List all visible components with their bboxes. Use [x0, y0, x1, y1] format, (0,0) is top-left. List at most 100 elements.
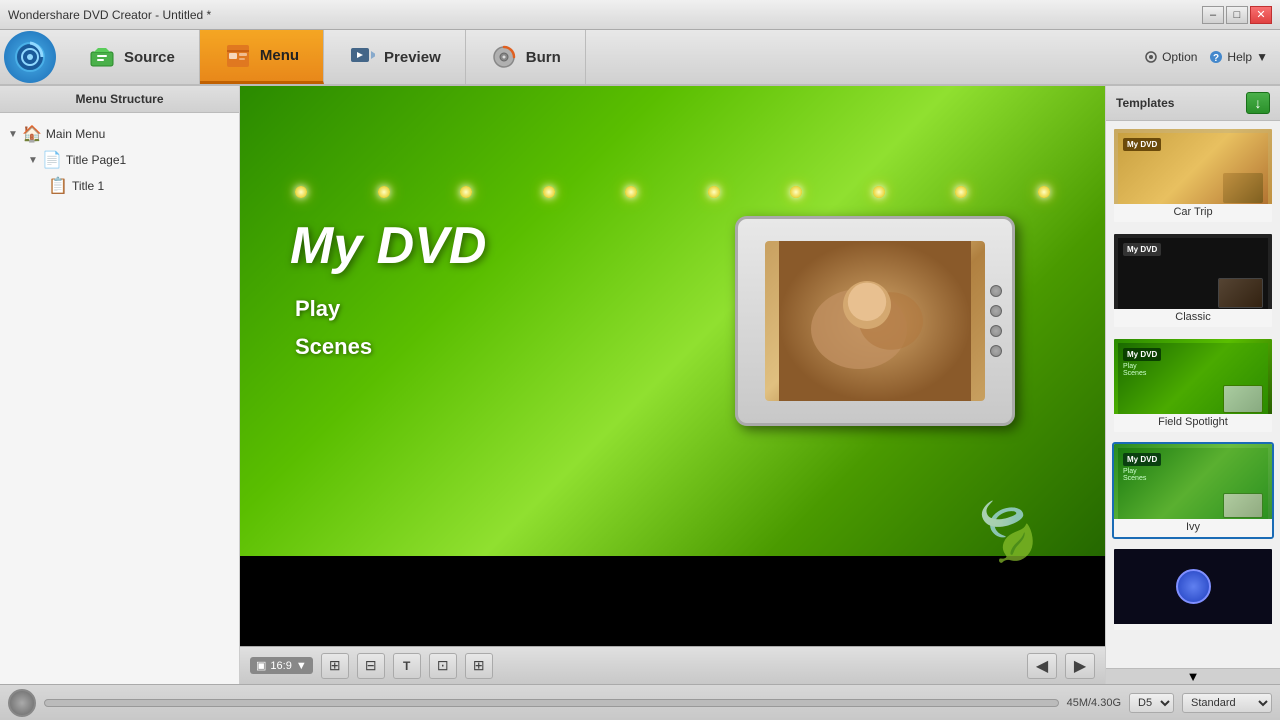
tool-btn-text[interactable]: T: [393, 653, 421, 679]
main-menu-label: Main Menu: [46, 127, 105, 141]
template-label-field: Field Spotlight: [1114, 414, 1272, 432]
template-classic[interactable]: My DVD Classic: [1112, 232, 1274, 329]
template-label-car-trip: Car Trip: [1114, 204, 1272, 222]
help-label: Help: [1227, 50, 1252, 64]
spotlight-6: [708, 186, 720, 198]
center-panel: My DVD Play Scenes: [240, 86, 1105, 684]
scroll-down-button[interactable]: ▼: [1106, 668, 1280, 684]
menu-icon: [224, 42, 252, 70]
dvd-title: My DVD: [290, 216, 486, 276]
option-label: Option: [1162, 50, 1197, 64]
minimize-button[interactable]: –: [1202, 6, 1224, 24]
spotlight-3: [460, 186, 472, 198]
template-car-trip[interactable]: My DVD Car Trip: [1112, 127, 1274, 224]
title-bar: Wondershare DVD Creator - Untitled * – □…: [0, 0, 1280, 30]
spotlight-5: [625, 186, 637, 198]
spotlight-9: [955, 186, 967, 198]
tool-btn-multi[interactable]: ⊞: [465, 653, 493, 679]
source-button[interactable]: Source: [64, 30, 200, 84]
close-button[interactable]: ✕: [1250, 6, 1272, 24]
toolbar-nav: Source Menu Prev: [64, 30, 1144, 84]
option-button[interactable]: Option: [1144, 50, 1197, 64]
next-nav-button[interactable]: ▶: [1065, 653, 1095, 679]
dvd-play[interactable]: Play: [295, 296, 372, 322]
tree-item-title1[interactable]: 📋 Title 1: [44, 173, 235, 199]
expand-arrow: ▼: [8, 129, 18, 140]
dvd-preview: My DVD Play Scenes: [240, 86, 1105, 646]
help-button[interactable]: ? Help ▼: [1209, 50, 1268, 64]
templates-scroll[interactable]: My DVD Car Trip My DVD: [1106, 121, 1280, 668]
template-label-dark5: [1114, 624, 1272, 630]
spotlight-7: [790, 186, 802, 198]
aspect-ratio-selector[interactable]: ▣ 16:9 ▼: [250, 657, 313, 674]
menu-label: Menu: [260, 47, 299, 64]
template-thumb-field: My DVD Play Scenes: [1114, 339, 1272, 414]
app-title: Wondershare DVD Creator - Untitled *: [8, 8, 211, 22]
dvd-scenes[interactable]: Scenes: [295, 334, 372, 360]
menu-structure-header: Menu Structure: [0, 86, 239, 113]
preview-icon: [348, 43, 376, 71]
preview-area: My DVD Play Scenes: [240, 86, 1105, 646]
burn-label: Burn: [526, 49, 561, 66]
right-panel: Templates ↓ My DVD: [1105, 86, 1280, 684]
download-templates-button[interactable]: ↓: [1246, 92, 1270, 114]
template-thumb-ivy: My DVD Play Scenes: [1114, 444, 1272, 519]
black-bottom-bar: [240, 556, 1105, 646]
left-panel: Menu Structure ▼ 🏠 Main Menu ▼ 📄 Title P…: [0, 86, 240, 684]
tv-dot-3: [990, 325, 1002, 337]
burn-icon: [490, 43, 518, 71]
tv-frame: [735, 216, 1015, 426]
spotlight-1: [295, 186, 307, 198]
template-thumb-dark5: [1114, 549, 1272, 624]
window-controls: – □ ✕: [1202, 6, 1272, 24]
tv-screen: [765, 241, 985, 401]
progress-spinner: [8, 689, 36, 717]
burn-button[interactable]: Burn: [466, 30, 586, 84]
title-page-icon: 📄: [42, 150, 62, 170]
tv-controls: [990, 285, 1002, 357]
preview-button[interactable]: Preview: [324, 30, 466, 84]
tool-btn-grid[interactable]: ⊡: [429, 653, 457, 679]
preview-toolbar: ▣ 16:9 ▼ ⊞ ⊟ T ⊡ ⊞ ◀ ▶: [240, 646, 1105, 684]
template-dark5[interactable]: [1112, 547, 1274, 632]
maximize-button[interactable]: □: [1226, 6, 1248, 24]
quality-select[interactable]: Standard High Quality: [1182, 693, 1272, 713]
svg-text:?: ?: [1213, 53, 1219, 64]
tree-content: ▼ 🏠 Main Menu ▼ 📄 Title Page1 📋 Title 1: [0, 113, 239, 684]
tool-btn-1[interactable]: ⊞: [321, 653, 349, 679]
disk-usage: 45M/4.30G: [1067, 697, 1121, 709]
disk-type-select[interactable]: D5 D9: [1129, 693, 1174, 713]
tv-screen-content: [765, 241, 985, 401]
progress-bar: [44, 699, 1059, 707]
spotlight-row: [240, 186, 1105, 198]
title-page-label: Title Page1: [66, 153, 126, 167]
source-label: Source: [124, 49, 175, 66]
toolbar: Source Menu Prev: [0, 30, 1280, 86]
tree-item-title-page1[interactable]: ▼ 📄 Title Page1: [24, 147, 235, 173]
title1-icon: 📋: [48, 176, 68, 196]
dark-circle: [1176, 569, 1211, 604]
menu-button[interactable]: Menu: [200, 30, 324, 84]
download-icon: ↓: [1255, 95, 1262, 111]
app-logo: [4, 31, 56, 83]
spotlight-2: [378, 186, 390, 198]
template-thumb-car-trip: My DVD: [1114, 129, 1272, 204]
preview-label: Preview: [384, 49, 441, 66]
status-bar: 45M/4.30G D5 D9 Standard High Quality: [0, 684, 1280, 720]
dvd-menu-items: Play Scenes: [295, 296, 372, 372]
tree-item-main-menu[interactable]: ▼ 🏠 Main Menu: [4, 121, 235, 147]
main-content: Menu Structure ▼ 🏠 Main Menu ▼ 📄 Title P…: [0, 86, 1280, 684]
tool-btn-2[interactable]: ⊟: [357, 653, 385, 679]
status-bar-right: 45M/4.30G D5 D9 Standard High Quality: [1067, 693, 1272, 713]
spotlight-4: [543, 186, 555, 198]
aspect-ratio-label: 16:9: [270, 660, 291, 672]
tv-dot-4: [990, 345, 1002, 357]
title1-label: Title 1: [72, 179, 104, 193]
template-ivy[interactable]: My DVD Play Scenes Ivy: [1112, 442, 1274, 539]
prev-nav-button[interactable]: ◀: [1027, 653, 1057, 679]
aspect-dropdown-arrow: ▼: [296, 660, 307, 672]
template-thumb-classic: My DVD: [1114, 234, 1272, 309]
template-field-spotlight[interactable]: My DVD Play Scenes Field Spotlight: [1112, 337, 1274, 434]
templates-header: Templates ↓: [1106, 86, 1280, 121]
tv-dot-1: [990, 285, 1002, 297]
